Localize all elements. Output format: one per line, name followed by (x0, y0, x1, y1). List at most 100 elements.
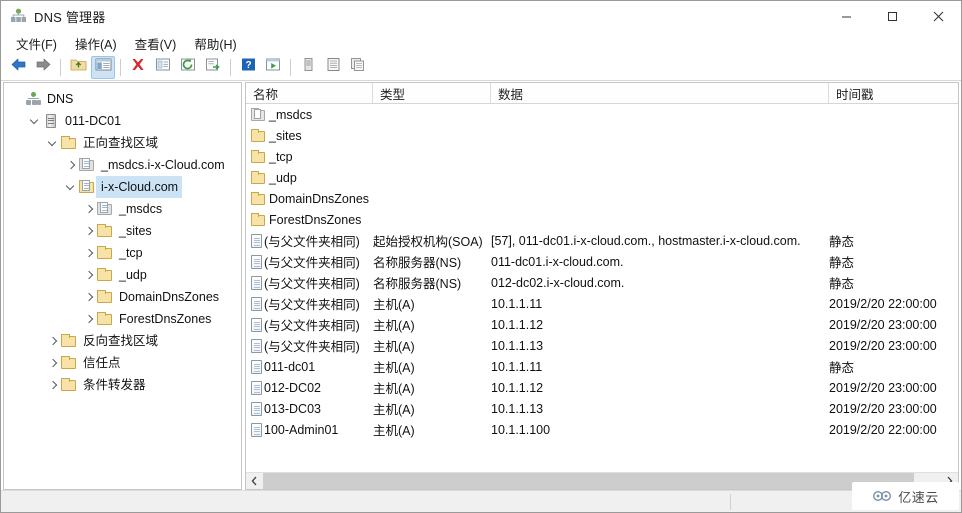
toolbar-separator-4 (290, 58, 291, 76)
scrollbar-track[interactable] (263, 473, 941, 489)
close-button[interactable] (915, 1, 961, 32)
table-row[interactable]: _tcp (246, 146, 958, 167)
table-row[interactable]: (与父文件夹相同) 主机(A) 10.1.1.13 2019/2/20 23:00:0… (246, 335, 958, 356)
tree-node[interactable]: _msdcs (4, 198, 241, 220)
chevron-right-icon[interactable] (64, 154, 79, 176)
table-row[interactable]: DomainDnsZones (246, 188, 958, 209)
chevron-right-icon[interactable] (82, 308, 97, 330)
toolbar-delete[interactable] (126, 56, 150, 79)
column-name[interactable]: 名称 (246, 83, 373, 103)
toolbar-show-hide-tree[interactable] (91, 55, 115, 79)
folder-icon (97, 289, 114, 305)
chevron-right-icon[interactable] (82, 198, 97, 220)
tree-node[interactable]: 反向查找区域 (4, 330, 241, 352)
folder-icon (61, 355, 78, 371)
up-folder-icon (70, 57, 87, 77)
tree-node[interactable]: DomainDnsZones (4, 286, 241, 308)
toolbar-properties[interactable] (151, 56, 175, 79)
record-icon (251, 317, 262, 332)
main-content: DNS 011-DC01 正向查找区域 _msdcs.i-x-Cloud.com i-x… (1, 81, 961, 490)
folder-icon (97, 267, 114, 283)
tree-node[interactable]: _udp (4, 264, 241, 286)
chevron-right-icon[interactable] (46, 330, 61, 352)
chevron-right-icon[interactable] (82, 264, 97, 286)
tree-node[interactable]: 条件转发器 (4, 374, 241, 396)
tree-node[interactable]: 011-DC01 (4, 110, 241, 132)
table-row[interactable]: (与父文件夹相同) 起始授权机构(SOA) [57], 011-dc01.i-x-c… (246, 230, 958, 251)
record-icon (251, 275, 262, 290)
minimize-button[interactable] (823, 1, 869, 32)
record-name-label: _msdcs (269, 107, 313, 122)
record-name-label: (与父文件夹相同) (264, 319, 360, 333)
cell-name: DomainDnsZones (246, 191, 373, 206)
toolbar-back[interactable] (6, 56, 30, 79)
cell-type: 名称服务器(NS) (373, 277, 462, 291)
menu-file[interactable]: 文件(F) (7, 32, 66, 55)
table-row[interactable]: (与父文件夹相同) 名称服务器(NS) 012-dc02.i-x-cloud.com… (246, 272, 958, 293)
column-type[interactable]: 类型 (373, 83, 491, 103)
chevron-right-icon[interactable] (82, 220, 97, 242)
column-data[interactable]: 数据 (491, 83, 829, 103)
tree-node[interactable]: ForestDnsZones (4, 308, 241, 330)
table-row[interactable]: 100-Admin01 主机(A) 10.1.1.100 2019/2/20 22:0… (246, 419, 958, 440)
tree-node[interactable]: _msdcs.i-x-Cloud.com (4, 154, 241, 176)
cell-data: 10.1.1.11 (491, 359, 543, 374)
toolbar-refresh[interactable] (176, 56, 200, 79)
table-row[interactable]: 012-DC02 主机(A) 10.1.1.12 2019/2/20 23:00:00 (246, 377, 958, 398)
toolbar-copy[interactable] (346, 56, 370, 79)
cell-name: ForestDnsZones (246, 212, 373, 227)
toolbar-run[interactable] (261, 56, 285, 79)
scrollbar-thumb[interactable] (263, 473, 914, 489)
tree-node[interactable]: _sites (4, 220, 241, 242)
chevron-down-icon[interactable] (64, 176, 79, 198)
cell-timestamp: 2019/2/20 23:00:00 (829, 380, 937, 395)
tree-node[interactable]: i-x-Cloud.com (4, 176, 241, 198)
menu-action[interactable]: 操作(A) (66, 32, 126, 55)
table-row[interactable]: ForestDnsZones (246, 209, 958, 230)
toolbar-new-server[interactable] (296, 56, 320, 79)
table-row[interactable]: 013-DC03 主机(A) 10.1.1.13 2019/2/20 23:00:00 (246, 398, 958, 419)
table-row[interactable]: 011-dc01 主机(A) 10.1.1.11 静态 (246, 356, 958, 377)
show-hide-console-tree-icon (95, 57, 112, 77)
chevron-right-icon[interactable] (82, 286, 97, 308)
scroll-left-arrow-icon[interactable] (246, 473, 263, 489)
chevron-right-icon[interactable] (46, 352, 61, 374)
folder-grey-icon (97, 201, 114, 217)
record-name-label: (与父文件夹相同) (264, 235, 360, 249)
menu-help[interactable]: 帮助(H) (185, 32, 245, 55)
table-row[interactable]: _msdcs (246, 104, 958, 125)
tree-node-label: 011-DC01 (65, 114, 122, 128)
maximize-button[interactable] (869, 1, 915, 32)
table-row[interactable]: _udp (246, 167, 958, 188)
chevron-right-icon[interactable] (82, 242, 97, 264)
record-name-label: _tcp (269, 149, 293, 164)
toolbar-up-one-level[interactable] (66, 56, 90, 79)
column-timestamp[interactable]: 时间戳 (829, 83, 958, 103)
cell-timestamp: 2019/2/20 23:00:00 (829, 401, 937, 416)
chevron-right-icon[interactable] (46, 374, 61, 396)
table-row[interactable]: (与父文件夹相同) 名称服务器(NS) 011-dc01.i-x-cloud.com… (246, 251, 958, 272)
table-row[interactable]: (与父文件夹相同) 主机(A) 10.1.1.12 2019/2/20 23:00:0… (246, 314, 958, 335)
table-row[interactable]: _sites (246, 125, 958, 146)
tree-node[interactable]: 信任点 (4, 352, 241, 374)
tree-node[interactable]: 正向查找区域 (4, 132, 241, 154)
cell-data: 10.1.1.12 (491, 317, 544, 332)
tree-node[interactable]: DNS (4, 88, 241, 110)
tree-node-label: _tcp (119, 246, 143, 260)
toolbar-help[interactable]: ? (236, 56, 260, 79)
folder-icon (251, 149, 266, 163)
chevron-down-icon[interactable] (46, 132, 61, 154)
cell-type: 名称服务器(NS) (373, 256, 462, 270)
toolbar-separator-3 (230, 58, 231, 76)
toolbar-new-zone[interactable] (321, 56, 345, 79)
table-row[interactable]: (与父文件夹相同) 主机(A) 10.1.1.11 2019/2/20 22:00:0… (246, 293, 958, 314)
cell-timestamp: 2019/2/20 23:00:00 (829, 317, 937, 332)
menu-bar: 文件(F) 操作(A) 查看(V) 帮助(H) (1, 32, 961, 54)
dns-manager-window: DNS 管理器 文件(F) 操作(A) 查看(V) 帮助(H) ? DNS 01… (0, 0, 962, 513)
tree-node[interactable]: _tcp (4, 242, 241, 264)
chevron-down-icon[interactable] (28, 110, 43, 132)
toolbar-export-list[interactable] (201, 56, 225, 79)
record-name-label: (与父文件夹相同) (264, 340, 360, 354)
menu-view[interactable]: 查看(V) (126, 32, 186, 55)
toolbar-forward[interactable] (31, 56, 55, 79)
